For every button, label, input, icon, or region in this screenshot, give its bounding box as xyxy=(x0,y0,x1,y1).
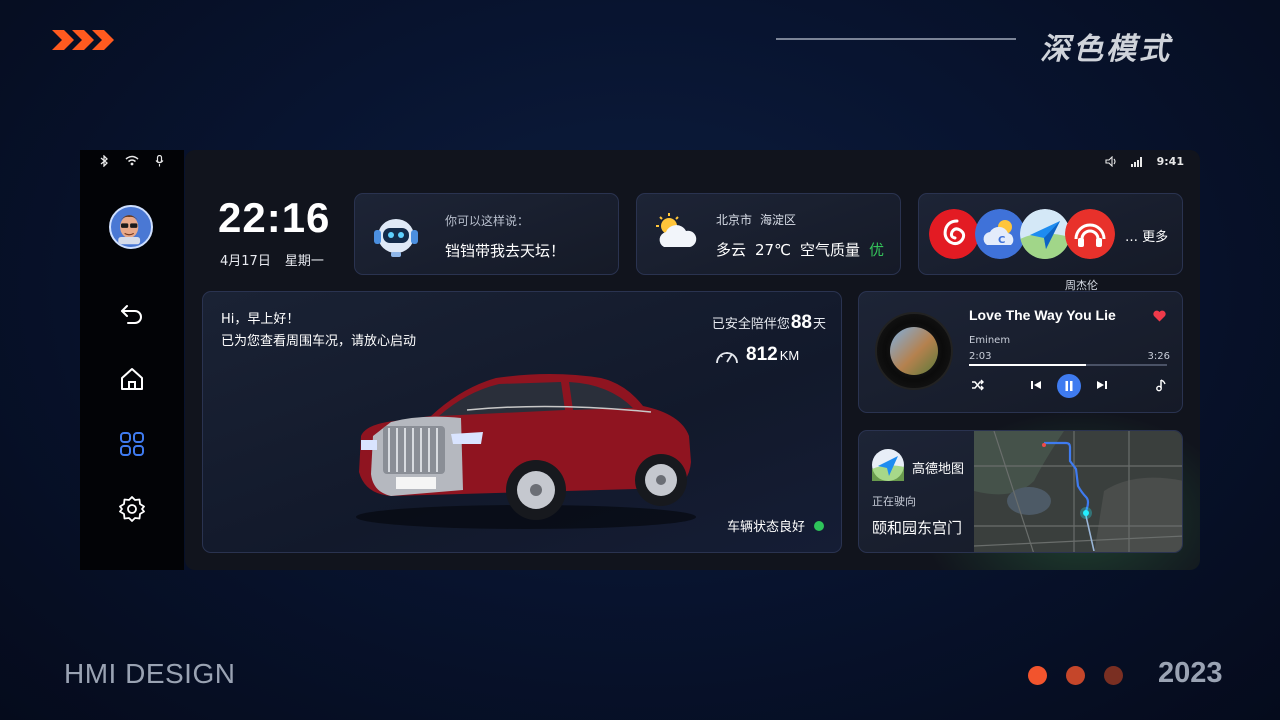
elapsed-time: 2:03 xyxy=(969,351,992,362)
settings-icon[interactable] xyxy=(118,495,146,523)
aq-label: 空气质量 xyxy=(799,241,860,259)
song-artist: Eminem xyxy=(969,335,1011,346)
brand-chevrons-icon xyxy=(52,30,114,50)
total-time: 3:26 xyxy=(1147,351,1170,362)
wifi-icon xyxy=(125,155,139,166)
partly-cloudy-icon xyxy=(656,213,697,247)
rail-status-icons xyxy=(80,155,184,167)
navigation-card[interactable]: 高德地图 正在驶向 颐和园东宫门 xyxy=(858,430,1183,553)
like-heart-icon[interactable] xyxy=(1153,310,1166,322)
system-status-bar: 9:41 xyxy=(1105,155,1184,168)
music-player-card[interactable]: Love The Way You Lie Eminem 2:03 3:26 xyxy=(858,291,1183,413)
page-title: 深色模式 xyxy=(1040,32,1172,67)
album-cover xyxy=(890,327,938,375)
netease-music-icon[interactable] xyxy=(929,209,979,259)
voice-example: 铛铛带我去天坛！ xyxy=(445,242,566,260)
weather-temp: 27℃ xyxy=(755,241,791,259)
safe-suffix: 天 xyxy=(812,317,826,332)
weather-card[interactable]: 北京市 海淀区 多云 27℃ 空气质量优 xyxy=(636,193,901,275)
mileage-value: 812 xyxy=(746,344,778,365)
signal-icon xyxy=(1130,156,1142,167)
svg-text:C: C xyxy=(998,235,1005,246)
volume-icon[interactable] xyxy=(1105,156,1117,167)
avatar-face-icon xyxy=(118,215,141,245)
back-icon[interactable] xyxy=(118,300,146,328)
apps-card: C … 更多 xyxy=(918,193,1183,275)
lyrics-icon[interactable] xyxy=(1153,378,1167,392)
home-icon[interactable] xyxy=(118,365,146,393)
weather-district: 海淀区 xyxy=(760,213,797,227)
speedometer-icon xyxy=(716,352,738,364)
main-panel: 9:41 22:16 4月17日 星期一 你可以这样说： 铛铛带我去天坛！ 北京… xyxy=(185,150,1200,570)
header-divider xyxy=(776,38,1016,40)
hmi-screen: 9:41 22:16 4月17日 星期一 你可以这样说： 铛铛带我去天坛！ 北京… xyxy=(80,150,1200,570)
map-app-name: 高德地图 xyxy=(912,462,965,477)
pause-button[interactable] xyxy=(1057,374,1081,398)
clock-date: 4月17日 星期一 xyxy=(220,250,338,269)
progress-track[interactable] xyxy=(969,364,1167,366)
next-icon[interactable] xyxy=(1095,378,1109,392)
date-text: 4月17日 xyxy=(220,254,271,269)
vehicle-status: 车辆状态良好 xyxy=(726,520,805,535)
footer-dot xyxy=(1104,666,1123,685)
safe-prefix: 已安全陪伴您 xyxy=(711,317,790,332)
aq-value: 优 xyxy=(868,241,884,259)
car-image xyxy=(356,374,696,529)
voice-assistant-card[interactable]: 你可以这样说： 铛铛带我去天坛！ xyxy=(354,193,619,275)
weather-app-icon[interactable]: C xyxy=(975,209,1025,259)
microphone-icon xyxy=(155,155,164,167)
footer-dot xyxy=(1066,666,1085,685)
mileage: 812 KM xyxy=(746,344,799,366)
footer-dot xyxy=(1028,666,1047,685)
album-disc xyxy=(875,312,953,390)
vehicle-card[interactable]: Hi，早上好！ 已为您查看周围车况，请放心启动 已安全陪伴您88天 812KM xyxy=(202,291,842,553)
progress-fill xyxy=(969,364,1086,366)
nav-destination: 颐和园东宫门 xyxy=(872,519,963,537)
voice-hint: 你可以这样说： xyxy=(445,214,530,228)
weather-condition: 多云 xyxy=(716,241,747,259)
radio-app-icon[interactable] xyxy=(1065,209,1115,259)
greeting: Hi，早上好！ xyxy=(221,312,300,327)
mileage-unit: KM xyxy=(779,348,800,363)
footer-year: 2023 xyxy=(1158,657,1223,689)
side-rail xyxy=(80,150,184,570)
previous-icon[interactable] xyxy=(1029,378,1043,392)
footer-label: HMI DESIGN xyxy=(64,658,236,689)
weather-summary: 多云 27℃ 空气质量优 xyxy=(716,239,884,260)
robot-assistant-icon xyxy=(374,219,418,257)
more-apps-link[interactable]: … 更多 xyxy=(1125,226,1168,245)
weather-city: 北京市 xyxy=(716,213,753,227)
safe-days: 已安全陪伴您88天 xyxy=(712,312,826,334)
vehicle-check-message: 已为您查看周围车况，请放心启动 xyxy=(221,334,417,349)
safe-days-value: 88 xyxy=(790,312,812,333)
footer-dots xyxy=(1028,666,1123,685)
apps-grid-icon[interactable] xyxy=(118,430,146,458)
weather-location: 北京市 海淀区 xyxy=(716,211,804,228)
amap-logo-icon xyxy=(872,449,904,481)
vehicle-status-dot xyxy=(814,521,824,531)
clock-time: 22:16 xyxy=(218,194,331,241)
amap-icon[interactable] xyxy=(1020,209,1070,259)
shuffle-icon[interactable] xyxy=(971,378,985,392)
route-map[interactable] xyxy=(974,431,1183,553)
song-title: Love The Way You Lie xyxy=(969,307,1116,323)
weekday-text: 星期一 xyxy=(284,254,324,269)
pause-icon xyxy=(1065,381,1073,391)
avatar[interactable] xyxy=(109,205,153,249)
bluetooth-icon xyxy=(100,155,108,167)
status-time: 9:41 xyxy=(1156,155,1184,168)
nav-hint: 正在驶向 xyxy=(872,495,916,508)
